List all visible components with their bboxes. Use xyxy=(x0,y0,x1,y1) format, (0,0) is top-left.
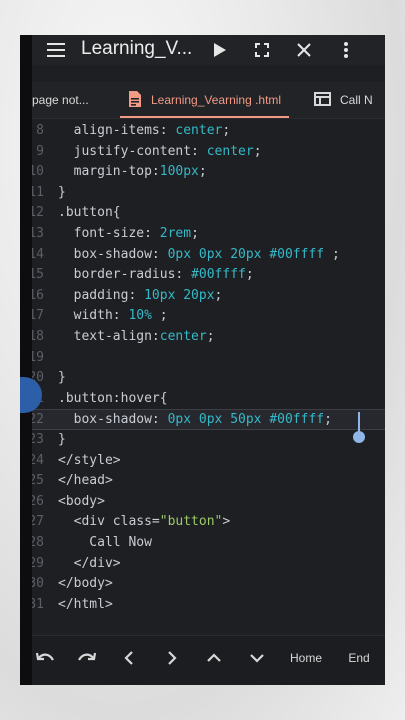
line-code: </html> xyxy=(58,596,113,612)
line-code: width: 10% ; xyxy=(58,308,168,324)
arrow-down-icon[interactable] xyxy=(244,636,270,680)
line-code: } xyxy=(58,184,66,200)
line-code: Call Now xyxy=(58,535,152,550)
undo-icon[interactable] xyxy=(30,636,60,680)
code-line[interactable]: 27 <div class="button"> xyxy=(20,512,385,533)
line-code: <div class="button"> xyxy=(58,514,231,530)
text-cursor xyxy=(358,412,360,432)
tab-call-now[interactable]: Call N xyxy=(314,82,373,118)
more-vertical-icon[interactable] xyxy=(335,40,357,60)
code-line[interactable]: 13 font-size: 2rem; xyxy=(20,224,385,245)
code-line[interactable]: 26 <body> xyxy=(20,492,385,513)
code-line[interactable]: 14 box-shadow: 0px 0px 20px #00ffff ; xyxy=(20,245,385,266)
bottom-key-bar: Home End xyxy=(20,635,385,685)
code-line[interactable]: 9 justify-content: center; xyxy=(20,142,385,163)
code-line[interactable]: 8 align-items: center; xyxy=(20,121,385,142)
code-line[interactable]: 18 text-align:center; xyxy=(20,327,385,348)
code-line[interactable]: 25 </head> xyxy=(20,471,385,492)
arrow-up-icon[interactable] xyxy=(201,636,227,680)
app-toolbar: Learning_V... xyxy=(20,35,385,65)
cursor-handle[interactable] xyxy=(353,431,365,443)
tab-page-not[interactable]: page not... xyxy=(32,82,89,118)
line-code: justify-content: center; xyxy=(58,143,262,159)
code-line[interactable]: 17 width: 10% ; xyxy=(20,306,385,327)
browser-window-icon xyxy=(314,91,331,109)
line-code: text-align:center; xyxy=(58,329,215,344)
tab-label: Call N xyxy=(340,93,373,107)
line-code: box-shadow: 0px 0px 50px #00ffff; xyxy=(58,412,332,428)
arrow-left-icon[interactable] xyxy=(116,636,142,680)
file-tabs: page not... Learning_Vearning .html Call… xyxy=(20,82,385,119)
play-icon[interactable] xyxy=(209,40,231,60)
html-file-icon xyxy=(128,90,142,110)
arrow-right-icon[interactable] xyxy=(159,636,185,680)
line-code: </head> xyxy=(58,473,113,489)
menu-icon[interactable] xyxy=(45,40,67,60)
code-line[interactable]: 31 </html> xyxy=(20,595,385,616)
code-line[interactable]: 16 padding: 10px 20px; xyxy=(20,286,385,307)
line-code: <body> xyxy=(58,493,105,509)
file-title: Learning_V... xyxy=(81,38,193,59)
line-code: </style> xyxy=(58,452,121,468)
line-code: .button:hover{ xyxy=(58,390,168,406)
code-line[interactable]: 21.button:hover{ xyxy=(20,389,385,410)
line-code: } xyxy=(58,432,66,447)
code-line[interactable]: 20} xyxy=(20,368,385,389)
close-icon[interactable] xyxy=(293,40,315,60)
phone-screen: Learning_V... page not... Learning_Vearn… xyxy=(20,35,385,685)
code-editor[interactable]: 8 align-items: center; 9 justify-content:… xyxy=(20,121,385,635)
code-line[interactable]: 10 margin-top:100px; xyxy=(20,162,385,183)
code-line[interactable]: 29 </div> xyxy=(20,554,385,575)
code-line[interactable]: 11} xyxy=(20,183,385,204)
line-code: </div> xyxy=(58,555,121,571)
code-line[interactable]: 28 Call Now xyxy=(20,533,385,554)
line-code: margin-top:100px; xyxy=(58,164,207,180)
line-code: border-radius: #00ffff; xyxy=(58,267,254,283)
code-line[interactable]: 12 .button{ xyxy=(20,203,385,224)
code-line[interactable]: 19 xyxy=(20,348,385,369)
line-code: padding: 10px 20px; xyxy=(58,287,223,303)
tab-label: page not... xyxy=(32,93,89,107)
line-code: </body> xyxy=(58,576,113,592)
line-code: font-size: 2rem; xyxy=(58,226,199,241)
line-code: .button{ xyxy=(58,205,121,221)
code-line[interactable]: 23} xyxy=(20,430,385,451)
line-code: box-shadow: 0px 0px 20px #00ffff ; xyxy=(58,246,340,262)
redo-icon[interactable] xyxy=(72,636,102,680)
home-key[interactable]: Home xyxy=(282,636,330,680)
tab-learning-vearning[interactable]: Learning_Vearning .html xyxy=(120,82,290,118)
fullscreen-icon[interactable] xyxy=(251,40,273,60)
code-line[interactable]: 24 </style> xyxy=(20,451,385,472)
line-code: } xyxy=(58,370,66,386)
code-line[interactable]: 30 </body> xyxy=(20,574,385,595)
code-line[interactable]: 22 box-shadow: 0px 0px 50px #00ffff; xyxy=(20,409,385,431)
code-line[interactable]: 15 border-radius: #00ffff; xyxy=(20,265,385,286)
end-key[interactable]: End xyxy=(344,636,374,680)
screen-edge xyxy=(20,35,32,685)
active-tab-indicator xyxy=(120,116,290,118)
tab-label: Learning_Vearning .html xyxy=(151,93,282,107)
line-code: align-items: center; xyxy=(58,123,231,138)
